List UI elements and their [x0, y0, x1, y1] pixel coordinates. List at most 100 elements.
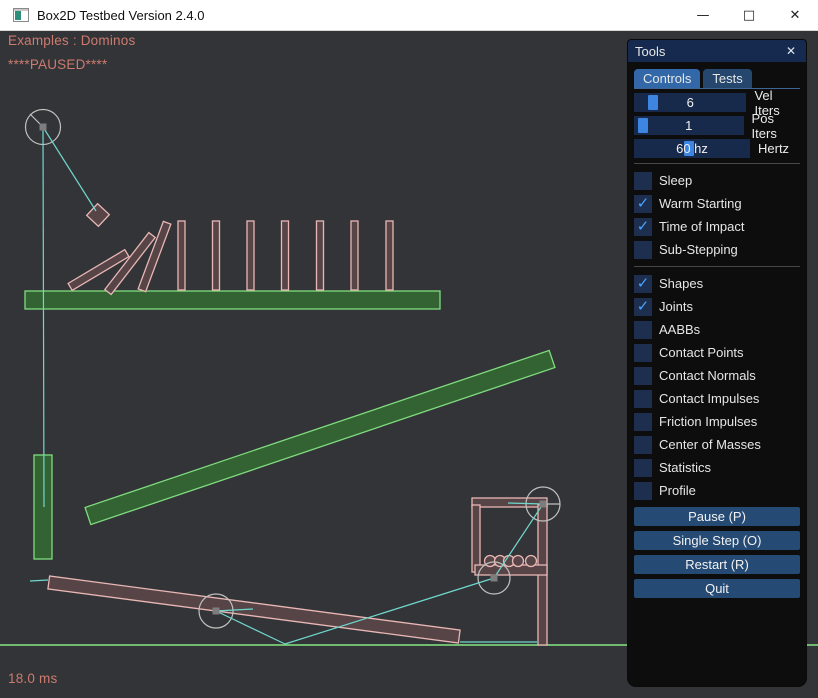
checkbox-group-sim: ✓ Sleep ✓ Warm Starting ✓ Time of Impact… [634, 169, 800, 261]
close-button[interactable]: ✕ [772, 0, 818, 30]
pulley-circle [526, 487, 560, 521]
vel-iters-value: 6 [634, 93, 746, 112]
checkbox-label: Contact Impulses [659, 391, 759, 406]
checkbox-profile[interactable]: ✓ Profile [634, 479, 800, 502]
tools-panel-titlebar[interactable]: Tools ✕ [628, 40, 806, 62]
checkbox-box[interactable]: ✓ [634, 436, 652, 454]
maximize-button[interactable]: □ [726, 0, 772, 30]
separator [634, 163, 800, 164]
minimize-button[interactable]: — [680, 0, 726, 30]
checkbox-box[interactable]: ✓ [634, 344, 652, 362]
domino [105, 233, 155, 295]
hertz-label: Hertz [758, 141, 789, 156]
domino [213, 221, 220, 290]
ball [513, 556, 524, 567]
cradle-circle [478, 562, 510, 594]
checkbox-center-of-masses[interactable]: ✓ Center of Masses [634, 433, 800, 456]
panel-close-icon[interactable]: ✕ [783, 43, 799, 59]
domino-platform [25, 291, 440, 309]
checkbox-label: Shapes [659, 276, 703, 291]
domino [282, 221, 289, 290]
checkbox-box[interactable]: ✓ [634, 482, 652, 500]
checkbox-contact-normals[interactable]: ✓ Contact Normals [634, 364, 800, 387]
example-label: Examples : Dominos [8, 33, 135, 48]
checkbox-aabbs[interactable]: ✓ AABBs [634, 318, 800, 341]
tools-panel: Tools ✕ Controls Tests 6 Vel Iters [628, 40, 806, 686]
checkbox-contact-impulses[interactable]: ✓ Contact Impulses [634, 387, 800, 410]
tab-bar: Controls Tests [634, 69, 800, 89]
domino [247, 221, 254, 290]
checkbox-label: Sub-Stepping [659, 242, 738, 257]
checkbox-time-of-impact[interactable]: ✓ Time of Impact [634, 215, 800, 238]
checkbox-box[interactable]: ✓ [634, 195, 652, 213]
hertz-value: 60 hz [634, 139, 750, 158]
pos-iters-label: Pos Iters [752, 111, 800, 141]
window-titlebar: Box2D Testbed Version 2.4.0 — □ ✕ [0, 0, 818, 31]
checkbox-box[interactable]: ✓ [634, 275, 652, 293]
joint-lines [30, 127, 543, 644]
paused-label: ****PAUSED**** [8, 57, 107, 72]
restart-button[interactable]: Restart (R) [634, 555, 800, 574]
checkbox-box[interactable]: ✓ [634, 367, 652, 385]
separator [634, 266, 800, 267]
domino [386, 221, 393, 290]
checkbox-label: Profile [659, 483, 696, 498]
single-step-button[interactable]: Single Step (O) [634, 531, 800, 550]
ball [526, 556, 537, 567]
hertz-slider[interactable]: 60 hz [634, 139, 750, 158]
checkbox-label: Joints [659, 299, 693, 314]
frame-top-bar [472, 498, 547, 507]
checkbox-joints[interactable]: ✓ Joints [634, 295, 800, 318]
checkbox-label: Sleep [659, 173, 692, 188]
tab-controls[interactable]: Controls [634, 69, 700, 88]
checkbox-box[interactable]: ✓ [634, 241, 652, 259]
checkbox-box[interactable]: ✓ [634, 459, 652, 477]
checkbox-box[interactable]: ✓ [634, 218, 652, 236]
window-controls: — □ ✕ [680, 0, 818, 30]
domino [317, 221, 324, 290]
ball [504, 556, 515, 567]
checkbox-warm-starting[interactable]: ✓ Warm Starting [634, 192, 800, 215]
checkbox-label: Time of Impact [659, 219, 744, 234]
check-icon: ✓ [637, 299, 650, 314]
app-icon [13, 8, 29, 22]
window-title: Box2D Testbed Version 2.4.0 [37, 8, 204, 23]
quit-button[interactable]: Quit [634, 579, 800, 598]
tab-tests[interactable]: Tests [703, 69, 751, 88]
slider-group: 6 Vel Iters 1 Pos Iters 60 hz [634, 93, 800, 158]
checkbox-label: Statistics [659, 460, 711, 475]
frame-time-label: 18.0 ms [8, 671, 57, 686]
app-window: Box2D Testbed Version 2.4.0 — □ ✕ Exampl… [0, 0, 818, 698]
checkbox-box[interactable]: ✓ [634, 390, 652, 408]
checkbox-label: Contact Points [659, 345, 744, 360]
checkbox-statistics[interactable]: ✓ Statistics [634, 456, 800, 479]
button-column: Pause (P) Single Step (O) Restart (R) Qu… [634, 507, 800, 598]
checkbox-box[interactable]: ✓ [634, 172, 652, 190]
checkbox-label: AABBs [659, 322, 700, 337]
checkbox-sub-stepping[interactable]: ✓ Sub-Stepping [634, 238, 800, 261]
ball [495, 556, 506, 567]
pos-iters-slider[interactable]: 1 [634, 116, 744, 135]
domino [68, 250, 129, 291]
vertical-bar [34, 455, 52, 559]
vel-iters-slider[interactable]: 6 [634, 93, 746, 112]
check-icon: ✓ [637, 219, 650, 234]
check-icon: ✓ [637, 196, 650, 211]
pause-button[interactable]: Pause (P) [634, 507, 800, 526]
checkbox-sleep[interactable]: ✓ Sleep [634, 169, 800, 192]
frame-shelf [475, 565, 547, 575]
ball [485, 556, 496, 567]
tools-panel-title: Tools [635, 44, 665, 59]
dynamic-bodies [48, 204, 547, 645]
checkbox-contact-points[interactable]: ✓ Contact Points [634, 341, 800, 364]
seesaw-plank [48, 576, 460, 643]
checkbox-friction-impulses[interactable]: ✓ Friction Impulses [634, 410, 800, 433]
checkbox-label: Contact Normals [659, 368, 756, 383]
checkbox-label: Warm Starting [659, 196, 742, 211]
checkbox-shapes[interactable]: ✓ Shapes [634, 272, 800, 295]
domino [178, 221, 185, 290]
checkbox-box[interactable]: ✓ [634, 413, 652, 431]
checkbox-box[interactable]: ✓ [634, 321, 652, 339]
domino [138, 221, 171, 291]
checkbox-box[interactable]: ✓ [634, 298, 652, 316]
